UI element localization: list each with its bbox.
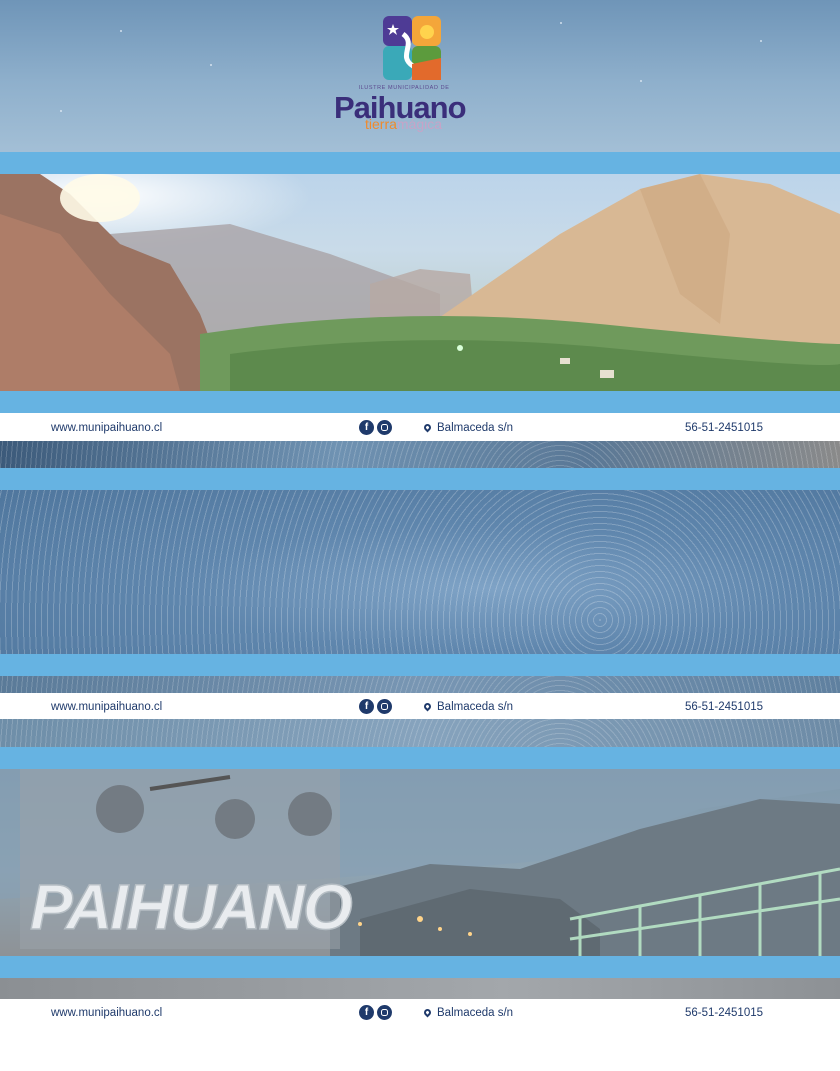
municipality-logo: Ilustre Municipalidad de Paihuano tierra… bbox=[330, 14, 470, 131]
logo-tagline-part1: tierra bbox=[365, 116, 397, 132]
blue-band bbox=[0, 152, 840, 174]
header-sky-background: Ilustre Municipalidad de Paihuano tierra… bbox=[0, 0, 840, 152]
contact-footer: www.munipaihuano.cl f Balmaceda s/n 56-5… bbox=[0, 693, 840, 720]
facebook-icon[interactable]: f bbox=[359, 699, 374, 714]
paihuano-logo-mark-icon bbox=[383, 16, 441, 80]
facebook-icon[interactable]: f bbox=[359, 1005, 374, 1020]
logo-tagline-part2: mágica bbox=[396, 116, 443, 132]
social-icons: f bbox=[359, 420, 392, 435]
phone-number: 56-51-2451015 bbox=[685, 700, 764, 713]
address-text: Balmaceda s/n bbox=[437, 421, 514, 434]
logo-tagline: tierramágica bbox=[365, 117, 442, 131]
star bbox=[760, 40, 762, 42]
phone-number: 56-51-2451015 bbox=[685, 1006, 764, 1019]
star-trails-photo-strip bbox=[0, 441, 840, 468]
social-icons: f bbox=[359, 1005, 392, 1020]
paihuano-sign-photo: PAIHUANO bbox=[0, 769, 840, 956]
sign-illustration: PAIHUANO bbox=[0, 769, 840, 956]
facebook-icon[interactable]: f bbox=[359, 420, 374, 435]
address-text: Balmaceda s/n bbox=[437, 700, 514, 713]
blue-band bbox=[0, 468, 840, 490]
location-pin-icon bbox=[422, 1007, 433, 1018]
location-pin-icon bbox=[422, 422, 433, 433]
instagram-icon[interactable] bbox=[377, 420, 392, 435]
star bbox=[60, 110, 62, 112]
phone-number: 56-51-2451015 bbox=[685, 421, 764, 434]
blue-band bbox=[0, 956, 840, 978]
address-text: Balmaceda s/n bbox=[437, 1006, 514, 1019]
star-trails-photo bbox=[0, 490, 840, 654]
instagram-icon[interactable] bbox=[377, 699, 392, 714]
blue-band bbox=[0, 654, 840, 676]
location-pin-icon bbox=[422, 701, 433, 712]
valley-illustration bbox=[0, 174, 840, 391]
valley-mountain-photo bbox=[0, 174, 840, 391]
address: Balmaceda s/n bbox=[422, 421, 514, 434]
blue-band bbox=[0, 747, 840, 769]
star bbox=[560, 22, 562, 24]
star bbox=[120, 30, 122, 32]
website-link[interactable]: www.munipaihuano.cl bbox=[51, 701, 162, 713]
star bbox=[640, 80, 642, 82]
sign-text: PAIHUANO bbox=[30, 871, 352, 943]
star bbox=[210, 64, 212, 66]
address: Balmaceda s/n bbox=[422, 700, 514, 713]
blue-band bbox=[0, 391, 840, 413]
website-link[interactable]: www.munipaihuano.cl bbox=[51, 422, 162, 434]
star-trails-photo-strip bbox=[0, 676, 840, 694]
photo-strip bbox=[0, 978, 840, 999]
contact-footer: www.munipaihuano.cl f Balmaceda s/n 56-5… bbox=[0, 414, 840, 441]
instagram-icon[interactable] bbox=[377, 1005, 392, 1020]
contact-footer: www.munipaihuano.cl f Balmaceda s/n 56-5… bbox=[0, 999, 840, 1026]
social-icons: f bbox=[359, 699, 392, 714]
website-link[interactable]: www.munipaihuano.cl bbox=[51, 1007, 162, 1019]
address: Balmaceda s/n bbox=[422, 1006, 514, 1019]
star-trails-photo-strip bbox=[0, 719, 840, 747]
